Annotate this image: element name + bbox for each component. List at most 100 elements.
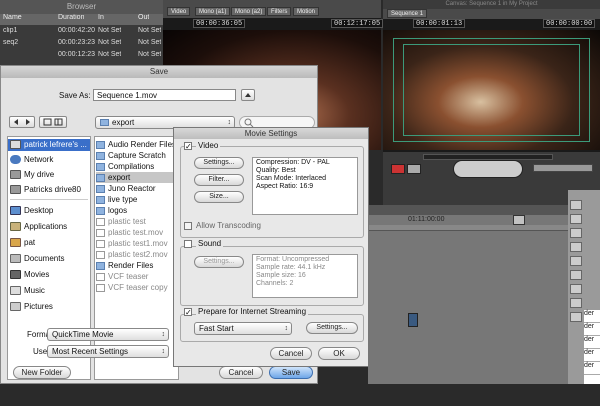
filename-field[interactable]: Sequence 1.mov <box>93 89 236 101</box>
movie-settings-cancel-button[interactable]: Cancel <box>270 347 312 360</box>
video-checkbox[interactable]: ✓ <box>184 142 192 151</box>
viewer-timecode-current[interactable]: 00:12:17:05 <box>331 19 384 28</box>
col-in[interactable]: In <box>98 14 104 21</box>
col-name[interactable]: Name <box>3 14 22 21</box>
viewer-timecode-duration[interactable]: 00:00:36:05 <box>193 19 246 28</box>
streaming-popup[interactable]: Fast Start ↕ <box>194 322 292 335</box>
slip-tool-icon[interactable] <box>570 256 582 266</box>
sidebar-item-music[interactable]: Music <box>10 285 45 297</box>
list-item[interactable]: plastic test.mov <box>96 227 178 238</box>
size-button[interactable]: Size... <box>194 191 244 203</box>
tab-motion[interactable]: Motion <box>293 7 320 16</box>
streaming-settings-button[interactable]: Settings... <box>306 322 358 334</box>
row-out: Not Set <box>138 27 162 34</box>
list-item[interactable]: Juno Reactor <box>96 183 178 194</box>
sidebar-item-documents[interactable]: Documents <box>10 253 64 265</box>
sidebar-item-label: Pictures <box>24 302 53 311</box>
movie-settings-title: Movie Settings <box>174 128 368 139</box>
list-item[interactable]: Render Files <box>96 260 178 271</box>
table-row[interactable]: 00:00:12:23 Not Set Not Set <box>0 51 163 61</box>
video-info-box: Compression: DV - PAL Quality: Best Scan… <box>252 157 358 215</box>
track-select-tool-icon[interactable] <box>570 228 582 238</box>
sidebar-item-computer[interactable]: patrick lefrere's ... <box>8 139 90 151</box>
browser-header: Name Duration In Out <box>0 14 163 25</box>
timeline-ruler[interactable] <box>368 225 568 231</box>
list-item[interactable]: Capture Scratch <box>96 150 178 161</box>
zoom-tool-icon[interactable] <box>570 284 582 294</box>
sidebar-item-applications[interactable]: Applications <box>10 221 67 233</box>
list-item[interactable]: Compilations <box>96 161 178 172</box>
timeline-ruler-time: 01:11:00:00 <box>408 216 445 223</box>
track-list: der der der der der <box>584 310 600 384</box>
sidebar-item-label: patrick lefrere's ... <box>24 140 87 149</box>
canvas-title: Canvas: Sequence 1 in My Project <box>383 0 600 9</box>
prepare-streaming-label: Prepare for Internet Streaming <box>196 307 309 316</box>
crop-tool-icon[interactable] <box>570 298 582 308</box>
sidebar-item-network[interactable]: Network <box>10 154 53 166</box>
table-row[interactable]: clip1 00:00:42:20 Not Set Not Set <box>0 27 163 37</box>
sidebar-item-patricks-drive80[interactable]: Patricks drive80 <box>10 184 81 196</box>
mark-in-button[interactable] <box>391 164 405 174</box>
viewer-tabs: Video Mono (a1) Mono (a2) Filters Motion <box>163 0 381 18</box>
sidebar-item-my-drive[interactable]: My drive <box>10 169 54 181</box>
tab-mono-a2[interactable]: Mono (a2) <box>231 7 267 16</box>
folder-icon <box>10 270 21 280</box>
razor-tool-icon[interactable] <box>570 270 582 280</box>
save-button[interactable]: Save <box>269 366 313 379</box>
mark-out-button[interactable] <box>407 164 421 174</box>
back-forward-icon <box>14 119 30 125</box>
sound-checkbox[interactable] <box>184 240 192 248</box>
expand-toggle-button[interactable] <box>241 89 255 101</box>
col-out[interactable]: Out <box>138 14 149 21</box>
list-item[interactable]: live type <box>96 194 178 205</box>
video-settings-button[interactable]: Settings... <box>194 157 244 169</box>
movie-settings-ok-button[interactable]: OK <box>318 347 360 360</box>
canvas-timecode-duration[interactable]: 00:00:01:13 <box>413 19 466 28</box>
roll-tool-icon[interactable] <box>570 242 582 252</box>
transport-controls[interactable] <box>453 160 523 178</box>
prepare-streaming-checkbox[interactable]: ✓ <box>184 308 192 317</box>
cancel-button[interactable]: Cancel <box>219 366 263 379</box>
edit-select-tool-icon[interactable] <box>570 214 582 224</box>
sidebar-item-desktop[interactable]: Desktop <box>10 205 53 217</box>
new-folder-button[interactable]: New Folder <box>13 366 71 379</box>
folder-icon <box>96 206 105 215</box>
file-label: VCF teaser <box>108 272 149 281</box>
list-item[interactable]: VCF teaser <box>96 271 178 282</box>
list-item[interactable]: plastic test1.mov <box>96 238 178 249</box>
tab-filters[interactable]: Filters <box>267 7 292 16</box>
sound-settings-button[interactable]: Settings... <box>194 256 244 268</box>
format-popup[interactable]: QuickTime Movie ↕ <box>47 328 169 341</box>
timeline-clip[interactable] <box>408 313 418 327</box>
sidebar-item-movies[interactable]: Movies <box>10 269 49 281</box>
list-item[interactable]: plastic test2.mov <box>96 249 178 260</box>
list-item[interactable]: plastic test <box>96 216 178 227</box>
use-popup[interactable]: Most Recent Settings ↕ <box>47 345 169 358</box>
tab-video[interactable]: Video <box>167 7 191 16</box>
canvas-video-frame[interactable] <box>383 30 600 150</box>
selection-tool-icon[interactable] <box>570 200 582 210</box>
table-row[interactable]: seq2 00:00:23:23 Not Set Not Set <box>0 39 163 49</box>
filter-button[interactable]: Filter... <box>194 174 244 186</box>
list-item-selected[interactable]: export <box>96 172 178 183</box>
sidebar-item-pat[interactable]: pat <box>10 237 35 249</box>
list-item[interactable]: logos <box>96 205 178 216</box>
allow-transcoding-checkbox[interactable] <box>184 222 192 230</box>
back-forward-buttons[interactable] <box>9 116 35 128</box>
canvas-timecode-current[interactable]: 00:00:00:00 <box>543 19 596 28</box>
track-label: der <box>584 362 600 375</box>
row-in: Not Set <box>98 27 122 34</box>
list-item[interactable]: VCF teaser copy <box>96 282 178 293</box>
view-mode-buttons[interactable] <box>39 116 67 128</box>
applications-icon <box>10 222 21 232</box>
pen-tool-icon[interactable] <box>570 312 582 322</box>
list-item[interactable]: Audio Render Files <box>96 139 178 150</box>
tab-sequence-1[interactable]: Sequence 1 <box>387 9 428 18</box>
tab-mono-a1[interactable]: Mono (a1) <box>195 7 231 16</box>
track-label: der <box>584 349 600 362</box>
col-duration[interactable]: Duration <box>58 14 84 21</box>
playhead[interactable] <box>513 215 525 225</box>
sidebar-item-pictures[interactable]: Pictures <box>10 301 53 313</box>
jog-control[interactable] <box>533 164 593 172</box>
row-duration: 00:00:42:20 <box>58 27 95 34</box>
